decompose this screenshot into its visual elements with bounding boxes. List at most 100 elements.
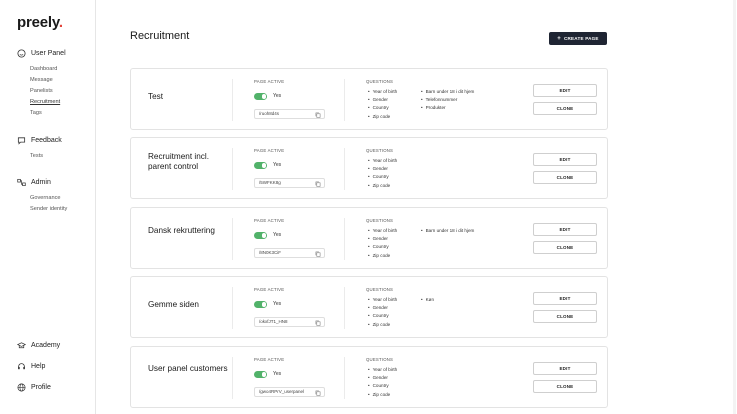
page-active-label: PAGE ACTIVE — [254, 79, 285, 84]
page-url-field[interactable]: /5WFKK8g — [254, 178, 325, 188]
create-page-button[interactable]: + CREATE PAGE — [549, 32, 607, 45]
page-url-field[interactable]: /ruoh8d4s — [254, 109, 325, 119]
graduation-cap-icon — [17, 342, 26, 349]
scrollbar[interactable] — [733, 0, 736, 414]
divider — [344, 287, 345, 329]
nav-section-admin: Admin Governance Sender identity — [17, 177, 67, 215]
brand-logo[interactable]: preely. — [17, 14, 63, 31]
page-url-field[interactable]: /8N0K3CiF — [254, 248, 325, 258]
question-item: Year of birth — [368, 227, 398, 235]
copy-icon[interactable] — [315, 390, 321, 396]
question-item: Gender — [368, 165, 397, 173]
card-title: User panel customers — [148, 364, 228, 373]
sidebar-item-profile[interactable]: Profile — [17, 383, 51, 392]
questions-label: QUESTIONS — [366, 357, 394, 362]
recruitment-card: Gemme siden PAGE ACTIVE Yes /okxfJT1_HN8… — [130, 276, 608, 338]
card-title: Recruitment incl. parent control — [148, 152, 209, 171]
smiley-icon — [17, 48, 26, 58]
page-active-label: PAGE ACTIVE — [254, 357, 285, 362]
questions-list: Køn — [421, 296, 434, 304]
toggle-state-label: Yes — [273, 232, 282, 238]
plus-icon: + — [557, 35, 561, 42]
page-active-label: PAGE ACTIVE — [254, 287, 285, 292]
question-item: Year of birth — [368, 88, 398, 96]
copy-icon[interactable] — [315, 251, 321, 257]
question-item: Country — [368, 382, 397, 390]
page-active-label: PAGE ACTIVE — [254, 218, 285, 223]
page-url-field[interactable]: /gwo4RPrV_userpanel — [254, 387, 325, 397]
chat-bubble-icon — [17, 136, 26, 145]
flow-icon — [17, 178, 26, 186]
question-item: Year of birth — [368, 366, 398, 374]
sidebar-item-academy[interactable]: Academy — [17, 341, 60, 350]
edit-button[interactable]: EDIT — [533, 223, 597, 236]
page-active-toggle[interactable] — [254, 371, 267, 378]
divider — [232, 357, 233, 399]
sidebar-item-sender-identity[interactable]: Sender identity — [30, 204, 67, 215]
question-item: Country — [368, 173, 397, 181]
divider — [232, 79, 233, 121]
clone-button[interactable]: CLONE — [533, 380, 597, 393]
page-active-toggle[interactable] — [254, 232, 267, 239]
sidebar-item-help[interactable]: Help — [17, 362, 45, 371]
clone-button[interactable]: CLONE — [533, 241, 597, 254]
edit-button[interactable]: EDIT — [533, 84, 597, 97]
sidebar-item-panelists[interactable]: Panelists — [30, 86, 66, 97]
page-url-value: /gwo4RPrV_userpanel — [259, 389, 305, 394]
recruitment-card: User panel customers PAGE ACTIVE Yes /gw… — [130, 346, 608, 408]
nav-head-feedback[interactable]: Feedback — [17, 135, 62, 145]
page-active-toggle[interactable] — [254, 301, 267, 308]
nav-section-user-panel: User Panel Dashboard Message Panelists R… — [17, 48, 66, 119]
page-active-label: PAGE ACTIVE — [254, 148, 285, 153]
page-url-value: /ruoh8d4s — [259, 111, 280, 116]
divider — [344, 218, 345, 260]
questions-list: Barn under 18 i dit hjem — [421, 227, 475, 235]
question-item: Barn under 18 i dit hjem — [421, 227, 475, 235]
page-url-value: /5WFKK8g — [259, 180, 281, 185]
question-item: Zip code — [368, 113, 397, 121]
nav-head-user-panel[interactable]: User Panel — [17, 48, 66, 58]
question-item: Country — [368, 243, 397, 251]
sidebar-item-dashboard[interactable]: Dashboard — [30, 64, 66, 75]
questions-label: QUESTIONS — [366, 79, 394, 84]
page-title: Recruitment — [130, 30, 190, 42]
edit-button[interactable]: EDIT — [533, 153, 597, 166]
questions-label: QUESTIONS — [366, 148, 394, 153]
page-active-toggle[interactable] — [254, 93, 267, 100]
question-item: Zip code — [368, 321, 397, 329]
question-item: Zip code — [368, 252, 397, 260]
recruitment-card: Dansk rekruttering PAGE ACTIVE Yes /8N0K… — [130, 207, 608, 269]
edit-button[interactable]: EDIT — [533, 362, 597, 375]
sidebar-item-message[interactable]: Message — [30, 75, 66, 86]
question-item: Gender — [368, 235, 397, 243]
sidebar-item-tags[interactable]: Tags — [30, 108, 66, 119]
question-item: Year of birth — [368, 296, 398, 304]
divider — [232, 287, 233, 329]
clone-button[interactable]: CLONE — [533, 310, 597, 323]
sidebar-item-recruitment[interactable]: Recruitment — [30, 97, 66, 108]
question-item: Gender — [368, 304, 397, 312]
copy-icon[interactable] — [315, 112, 321, 118]
question-item: Country — [368, 104, 397, 112]
clone-button[interactable]: CLONE — [533, 171, 597, 184]
question-item: Country — [368, 312, 397, 320]
nav-head-admin[interactable]: Admin — [17, 177, 67, 187]
edit-button[interactable]: EDIT — [533, 292, 597, 305]
copy-icon[interactable] — [315, 181, 321, 187]
question-item: Gender — [368, 96, 397, 104]
divider — [232, 148, 233, 190]
nav-section-feedback: Feedback Tests — [17, 135, 62, 162]
clone-button[interactable]: CLONE — [533, 102, 597, 115]
page-url-field[interactable]: /okxfJT1_HN8 — [254, 317, 325, 327]
copy-icon[interactable] — [315, 320, 321, 326]
questions-list: Year of birthGenderCountryZip code — [368, 157, 398, 190]
questions-label: QUESTIONS — [366, 218, 394, 223]
divider — [232, 218, 233, 260]
page-active-toggle[interactable] — [254, 162, 267, 169]
question-item: Zip code — [368, 182, 397, 190]
sidebar-item-tests[interactable]: Tests — [30, 151, 62, 162]
questions-list: Year of birthGenderCountryZip code — [368, 366, 398, 399]
toggle-state-label: Yes — [273, 301, 282, 307]
sidebar-item-governance[interactable]: Governance — [30, 193, 67, 204]
toggle-state-label: Yes — [273, 93, 282, 99]
